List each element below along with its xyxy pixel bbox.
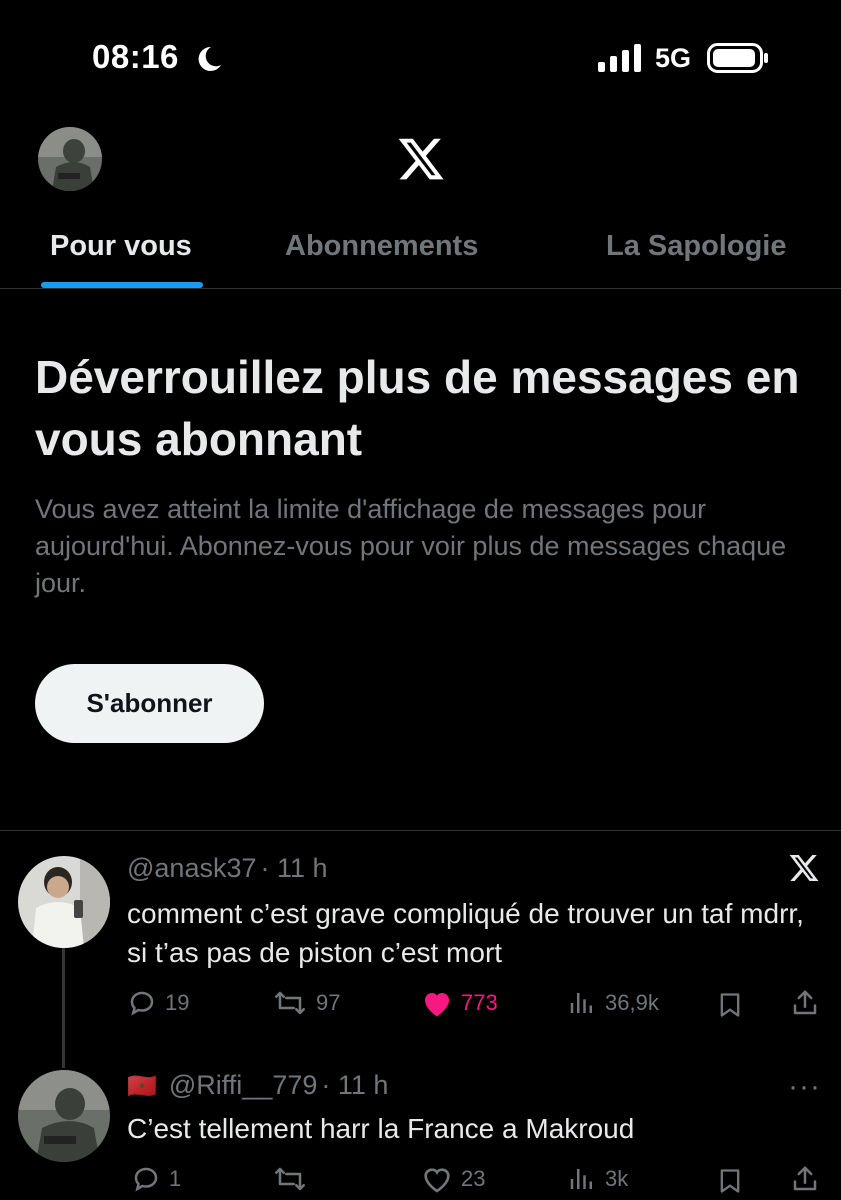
post-text[interactable]: comment c’est grave compliqué de trouver… xyxy=(127,894,827,972)
share-icon[interactable] xyxy=(790,988,820,1018)
heart-filled-icon xyxy=(425,993,449,1017)
like-count: 773 xyxy=(461,990,498,1015)
network-type: 5G xyxy=(655,43,692,73)
reply-button[interactable]: 19 xyxy=(127,988,189,1018)
bookmark-icon[interactable] xyxy=(716,990,744,1020)
handle-text[interactable]: @anask37 xyxy=(127,853,257,883)
views-icon xyxy=(570,993,592,1013)
profile-avatar[interactable] xyxy=(38,127,102,191)
tab-la-sapologie[interactable]: La Sapologie xyxy=(606,230,786,263)
avatar-image xyxy=(18,1070,110,1162)
more-options-icon[interactable]: ··· xyxy=(788,1070,821,1104)
handle-text[interactable]: @Riffi__779 xyxy=(169,1070,318,1100)
repost-button[interactable] xyxy=(272,1164,316,1194)
reply-icon xyxy=(134,1167,158,1192)
status-time: 08:16 xyxy=(92,38,179,75)
upsell-description: Vous avez atteint la limite d'affichage … xyxy=(35,494,787,598)
active-tab-indicator xyxy=(41,282,203,288)
flag-icon: 🇲🇦 xyxy=(127,1073,157,1100)
tab-pour-vous[interactable]: Pour vous xyxy=(50,230,192,263)
reply-count: 19 xyxy=(165,990,190,1015)
post-avatar[interactable] xyxy=(18,1070,110,1162)
x-logo-icon xyxy=(789,855,819,881)
tab-abonnements[interactable]: Abonnements xyxy=(285,230,478,263)
status-bar: 08:16 5G xyxy=(0,0,841,120)
battery-icon xyxy=(707,43,768,73)
feed-tabs: Pour vous Abonnements La Sapologie xyxy=(0,222,841,289)
moon-icon xyxy=(198,46,221,71)
views-count: 3k xyxy=(605,1166,629,1191)
like-button[interactable]: 773 xyxy=(421,988,498,1018)
share-icon[interactable] xyxy=(790,1164,820,1194)
avatar-image xyxy=(38,127,102,191)
heart-icon xyxy=(424,1168,450,1193)
divider xyxy=(0,830,841,831)
post-handle[interactable]: @anask37 · 11 h xyxy=(127,853,328,884)
views-button[interactable]: 3k xyxy=(567,1164,628,1194)
repost-count: 97 xyxy=(316,990,341,1015)
reply-icon xyxy=(130,991,154,1016)
post-time: · 11 h xyxy=(260,853,328,883)
post-time: · 11 h xyxy=(321,1070,389,1100)
upsell-title: Déverrouillez plus de messages en vous a… xyxy=(35,351,800,465)
reply-count: 1 xyxy=(169,1166,182,1191)
like-button[interactable]: 23 xyxy=(421,1164,485,1194)
subscribe-button[interactable]: S'abonner xyxy=(35,664,264,743)
thread-connector xyxy=(62,948,65,1068)
post-avatar[interactable] xyxy=(18,856,110,948)
repost-icon xyxy=(275,1167,305,1191)
post-handle[interactable]: 🇲🇦 @Riffi__779 · 11 h xyxy=(127,1070,388,1101)
repost-icon xyxy=(275,991,305,1015)
repost-button[interactable]: 97 xyxy=(272,988,340,1018)
post-text[interactable]: C’est tellement harr la France a Makroud xyxy=(127,1109,827,1148)
views-icon xyxy=(570,1169,592,1189)
like-count: 23 xyxy=(461,1166,486,1191)
bookmark-icon[interactable] xyxy=(716,1166,744,1196)
reply-button[interactable]: 1 xyxy=(131,1164,181,1194)
signal-icon xyxy=(598,44,641,72)
x-logo-icon[interactable] xyxy=(395,134,447,184)
views-button[interactable]: 36,9k xyxy=(567,988,659,1018)
views-count: 36,9k xyxy=(605,990,659,1015)
avatar-image xyxy=(18,856,110,948)
